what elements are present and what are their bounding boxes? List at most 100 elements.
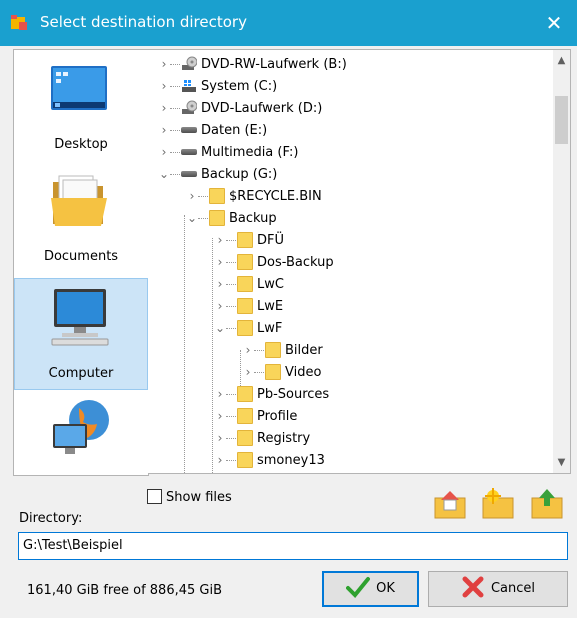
chevron-right-icon[interactable]: › [158,75,170,97]
scroll-down-icon[interactable]: ▼ [553,454,570,471]
chevron-down-icon[interactable]: ⌄ [214,317,226,339]
close-icon: ✕ [545,11,563,35]
tree-connector [226,450,236,461]
directory-input[interactable]: G:\Test\Beispiel [18,532,568,560]
tree-connector [226,406,236,417]
tree-item[interactable]: › Profile [214,405,297,427]
cancel-x-icon [462,576,484,597]
tree-item-label: Daten (E:) [201,123,268,138]
home-folder-button[interactable] [433,486,467,520]
tree-item[interactable]: › Pb-Sources [214,383,329,405]
tree-item-label: $RECYCLE.BIN [229,189,322,204]
folder-icon [265,363,281,380]
parent-folder-icon [531,489,563,519]
folder-icon [237,451,253,468]
tree-item[interactable]: › Video [242,361,321,383]
tree-connector [226,252,236,263]
folder-icon [209,209,225,226]
chevron-right-icon[interactable]: › [158,53,170,75]
chevron-right-icon[interactable]: › [214,295,226,317]
vertical-scrollbar[interactable]: ▲ ▼ [553,50,570,473]
chevron-right-icon[interactable]: › [242,339,254,361]
places-bar: Desktop Documents Computer [13,49,149,476]
place-label: Desktop [54,137,108,152]
tree-item[interactable]: › DFÜ [214,229,284,251]
folder-icon [237,319,253,336]
folder-icon [237,429,253,446]
chevron-right-icon[interactable]: › [214,251,226,273]
tree-guide-line [184,215,185,473]
tree-connector [226,428,236,439]
place-label: Computer [48,366,114,381]
place-documents[interactable]: Documents [14,162,148,274]
chevron-right-icon[interactable]: › [214,229,226,251]
new-folder-button[interactable] [481,486,515,520]
tree-item-label: Bilder [285,343,323,358]
tree-item[interactable]: ⌄ LwF [214,317,282,339]
tree-connector [198,208,208,219]
free-space-text: 161,40 GiB free of 886,45 GiB [27,583,223,598]
hard-drive-icon [181,148,197,155]
chevron-right-icon[interactable]: › [158,141,170,163]
documents-icon [51,175,107,226]
scroll-up-icon[interactable]: ▲ [553,52,570,69]
tree-item[interactable]: › LwE [214,295,283,317]
folder-icon [237,297,253,314]
tree-connector [170,142,180,153]
chevron-right-icon[interactable]: › [242,361,254,383]
tree-item[interactable]: › DVD-RW-Laufwerk (B:) [158,53,347,75]
tree-item[interactable]: › Dos-Backup [214,251,334,273]
tree-item[interactable]: › Multimedia (F:) [158,141,299,163]
tree-item-label: smoney13 [257,453,325,468]
place-desktop[interactable]: Desktop [14,50,148,162]
chevron-right-icon[interactable]: › [214,449,226,471]
place-computer[interactable]: Computer [14,278,148,390]
tree-connector [170,76,180,87]
chevron-right-icon[interactable]: › [214,405,226,427]
system-drive-icon [182,79,196,92]
chevron-right-icon[interactable]: › [214,383,226,405]
tree-item-label: LwE [257,299,284,314]
app-icon [11,15,27,30]
tree-item[interactable]: › Registry [214,427,310,449]
chevron-right-icon[interactable]: › [158,97,170,119]
place-network[interactable] [14,390,148,475]
tree-guide-line [212,238,213,473]
chevron-right-icon[interactable]: › [158,119,170,141]
tree-item[interactable]: › System (C:) [158,75,278,97]
hard-drive-icon [181,126,197,133]
tree-connector [226,230,236,241]
window-title: Select destination directory [40,13,247,31]
title-bar: Select destination directory ✕ [0,0,577,46]
tree-item-label: Video [285,365,322,380]
scroll-thumb[interactable] [555,96,568,144]
tree-item[interactable]: › $RECYCLE.BIN [186,185,322,207]
tree-item-label: Pb-Sources [257,387,330,402]
tree-connector [254,340,264,351]
chevron-right-icon[interactable]: › [186,185,198,207]
tree-item[interactable]: ⌄ Backup (G:) [158,163,277,185]
chevron-down-icon[interactable]: ⌄ [158,163,170,185]
tree-item-label: Dos-Backup [257,255,334,270]
close-button[interactable]: ✕ [531,0,577,46]
tree-connector [226,384,236,395]
chevron-right-icon[interactable]: › [214,273,226,295]
ok-label: OK [376,581,395,596]
tree-item[interactable]: › smoney13 [214,449,325,471]
tree-item[interactable]: › LwC [214,273,284,295]
tree-connector [226,318,236,329]
folder-tree[interactable]: › DVD-RW-Laufwerk (B:) › System (C:) › DVD-… [148,49,571,474]
tree-item[interactable]: › DVD-Laufwerk (D:) [158,97,322,119]
tree-item[interactable]: › Bilder [242,339,323,361]
tree-item[interactable]: ⌄ Backup [186,207,277,229]
chevron-right-icon[interactable]: › [214,427,226,449]
parent-folder-button[interactable] [530,486,564,520]
cancel-button[interactable]: Cancel [428,571,568,607]
show-files-checkbox[interactable]: Show files [147,489,232,505]
chevron-down-icon[interactable]: ⌄ [186,207,198,229]
checkbox-box[interactable] [147,489,162,504]
tree-item[interactable]: › Daten (E:) [158,119,268,141]
tree-connector [198,186,208,197]
folder-icon [237,231,253,248]
ok-button[interactable]: OK [322,571,419,607]
